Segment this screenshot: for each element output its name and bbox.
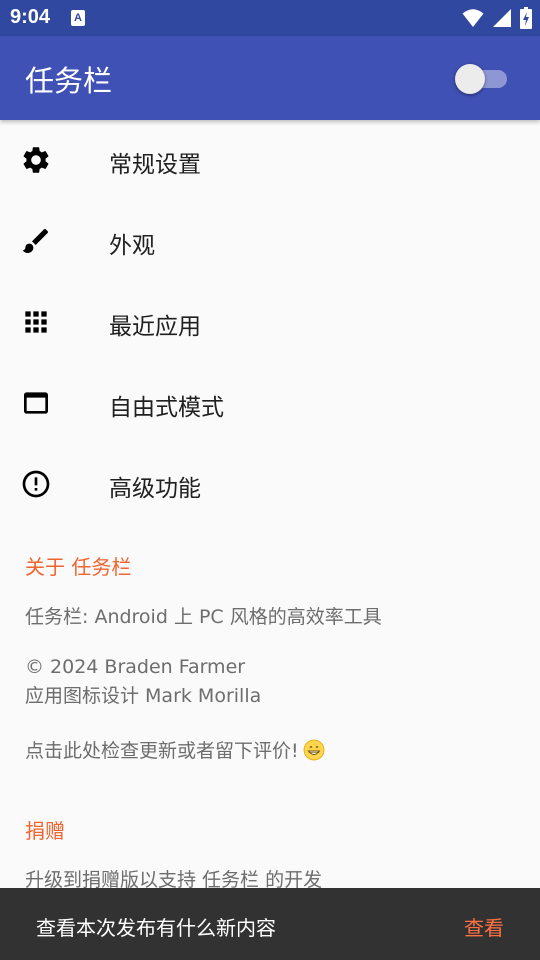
icon-credit-text: 应用图标设计 Mark Morilla: [25, 685, 262, 707]
menu-item-label: 外观: [109, 233, 155, 259]
screen: 9:04 A 任务栏 常规设置 外观 最近应用 自由式模式 高级功能 关于 任务…: [0, 0, 540, 960]
menu-item-appearance[interactable]: 外观: [0, 201, 540, 282]
grinning-face-emoji-icon: [303, 739, 325, 761]
check-update-text: 点击此处检查更新或者留下评价!: [25, 740, 299, 762]
master-toggle-switch[interactable]: [455, 63, 509, 94]
snackbar: 查看本次发布有什么新内容 查看: [0, 888, 540, 960]
grid-icon: [25, 311, 47, 333]
status-time: 9:04: [10, 6, 51, 28]
alert-circle-icon: [22, 470, 50, 498]
menu-item-label: 高级功能: [109, 476, 201, 502]
status-bar: 9:04 A: [0, 0, 540, 36]
snackbar-action-button[interactable]: 查看: [464, 912, 504, 941]
window-icon: [24, 392, 48, 414]
menu-item-general-settings[interactable]: 常规设置: [0, 120, 540, 201]
brush-icon: [22, 228, 49, 253]
wifi-icon: [462, 9, 484, 27]
about-description[interactable]: 任务栏: Android 上 PC 风格的高效率工具: [25, 603, 382, 632]
copyright-text: © 2024 Braden Farmer: [25, 656, 246, 678]
status-icons: [462, 7, 532, 29]
menu-item-advanced-features[interactable]: 高级功能: [0, 444, 540, 525]
battery-icon: [520, 7, 532, 29]
switch-thumb: [455, 64, 485, 94]
menu-item-label: 常规设置: [109, 152, 201, 178]
app-bar: 任务栏: [0, 36, 540, 120]
donate-section-header: 捐赠: [25, 819, 65, 843]
about-credits[interactable]: © 2024 Braden Farmer 应用图标设计 Mark Morilla: [25, 653, 261, 711]
app-title: 任务栏: [25, 64, 113, 98]
menu-item-recent-apps[interactable]: 最近应用: [0, 282, 540, 363]
about-section-header: 关于 任务栏: [25, 555, 132, 579]
notification-a-icon: A: [71, 10, 85, 26]
menu-item-label: 最近应用: [109, 314, 201, 340]
check-update-row[interactable]: 点击此处检查更新或者留下评价!: [25, 737, 325, 766]
gear-icon: [23, 147, 49, 173]
menu-item-freeform-mode[interactable]: 自由式模式: [0, 363, 540, 444]
snackbar-message: 查看本次发布有什么新内容: [36, 916, 276, 940]
menu-item-label: 自由式模式: [109, 395, 224, 421]
signal-icon: [493, 9, 511, 27]
